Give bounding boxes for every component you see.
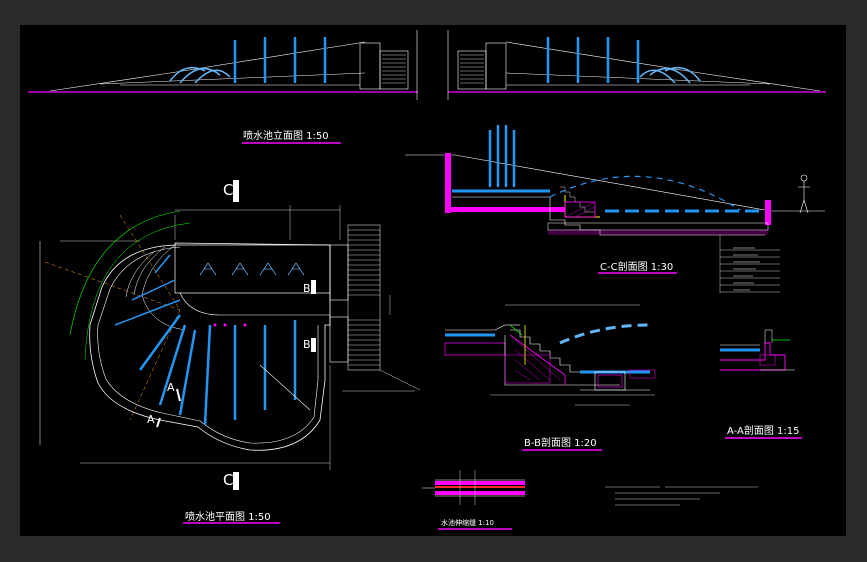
plan-view [39,180,421,490]
section-aa-view [720,329,795,371]
elevation-view [28,30,826,100]
elevation-title: 喷水池立面图 1:50 [243,131,329,142]
section-bb-title: B-B剖面图 1:20 [524,438,597,449]
section-mark-c-top: C [223,181,234,199]
section-mark-c-bottom: C [223,471,234,489]
notes-block [605,486,758,506]
section-aa-title: A-A剖面图 1:15 [727,426,800,437]
section-cc-title: C-C剖面图 1:30 [600,262,674,273]
section-mark-b-top: B [303,282,311,295]
section-mark-a-lower: A [147,413,155,426]
drawing-svg [28,30,826,530]
section-mark-a-upper: A [167,381,175,394]
section-mark-b-bottom: B [303,338,311,351]
plan-title: 喷水池平面图 1:50 [185,512,271,523]
section-bb-view [444,304,656,406]
joint-detail-title: 水池伸缩缝 1:10 [441,519,494,527]
joint-detail-view [422,470,525,505]
cad-drawing-canvas[interactable]: 喷水池立面图 1:50 喷水池平面图 1:50 C-C剖面图 1:30 B-B剖… [20,25,846,536]
